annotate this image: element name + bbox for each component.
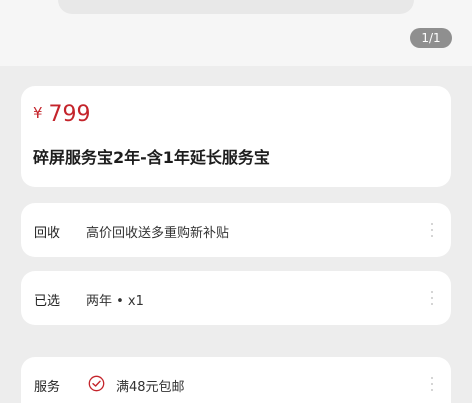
recycle-value: 高价回收送多重购新补贴 [86,226,230,241]
product-gallery[interactable]: 1/1 [0,0,472,66]
recycle-label: 回收 [34,226,61,241]
more-vertical-icon[interactable] [429,223,435,239]
currency-symbol: ¥ [33,104,43,122]
product-image[interactable] [58,0,414,14]
product-title: 碎屏服务宝2年-含1年延长服务宝 [33,148,270,167]
selected-label: 已选 [34,294,61,309]
more-vertical-icon[interactable] [429,377,435,393]
service-value: 满48元包邮 [116,380,185,395]
service-row[interactable]: 服务 满48元包邮 [21,357,451,403]
recycle-row[interactable]: 回收 高价回收送多重购新补贴 [21,203,451,257]
selected-options-row[interactable]: 已选 两年 • x1 [21,271,451,325]
gallery-page-indicator: 1/1 [410,28,452,48]
service-label: 服务 [34,380,61,395]
selected-value: 两年 • x1 [86,294,144,309]
price-amount: 799 [48,102,91,127]
price-card: ¥799 碎屏服务宝2年-含1年延长服务宝 [21,86,451,187]
more-vertical-icon[interactable] [429,291,435,307]
product-detail-page: 1/1 ¥799 碎屏服务宝2年-含1年延长服务宝 回收 高价回收送多重购新补贴… [0,0,472,403]
product-price: ¥799 [33,102,91,127]
check-circle-icon [88,375,105,392]
